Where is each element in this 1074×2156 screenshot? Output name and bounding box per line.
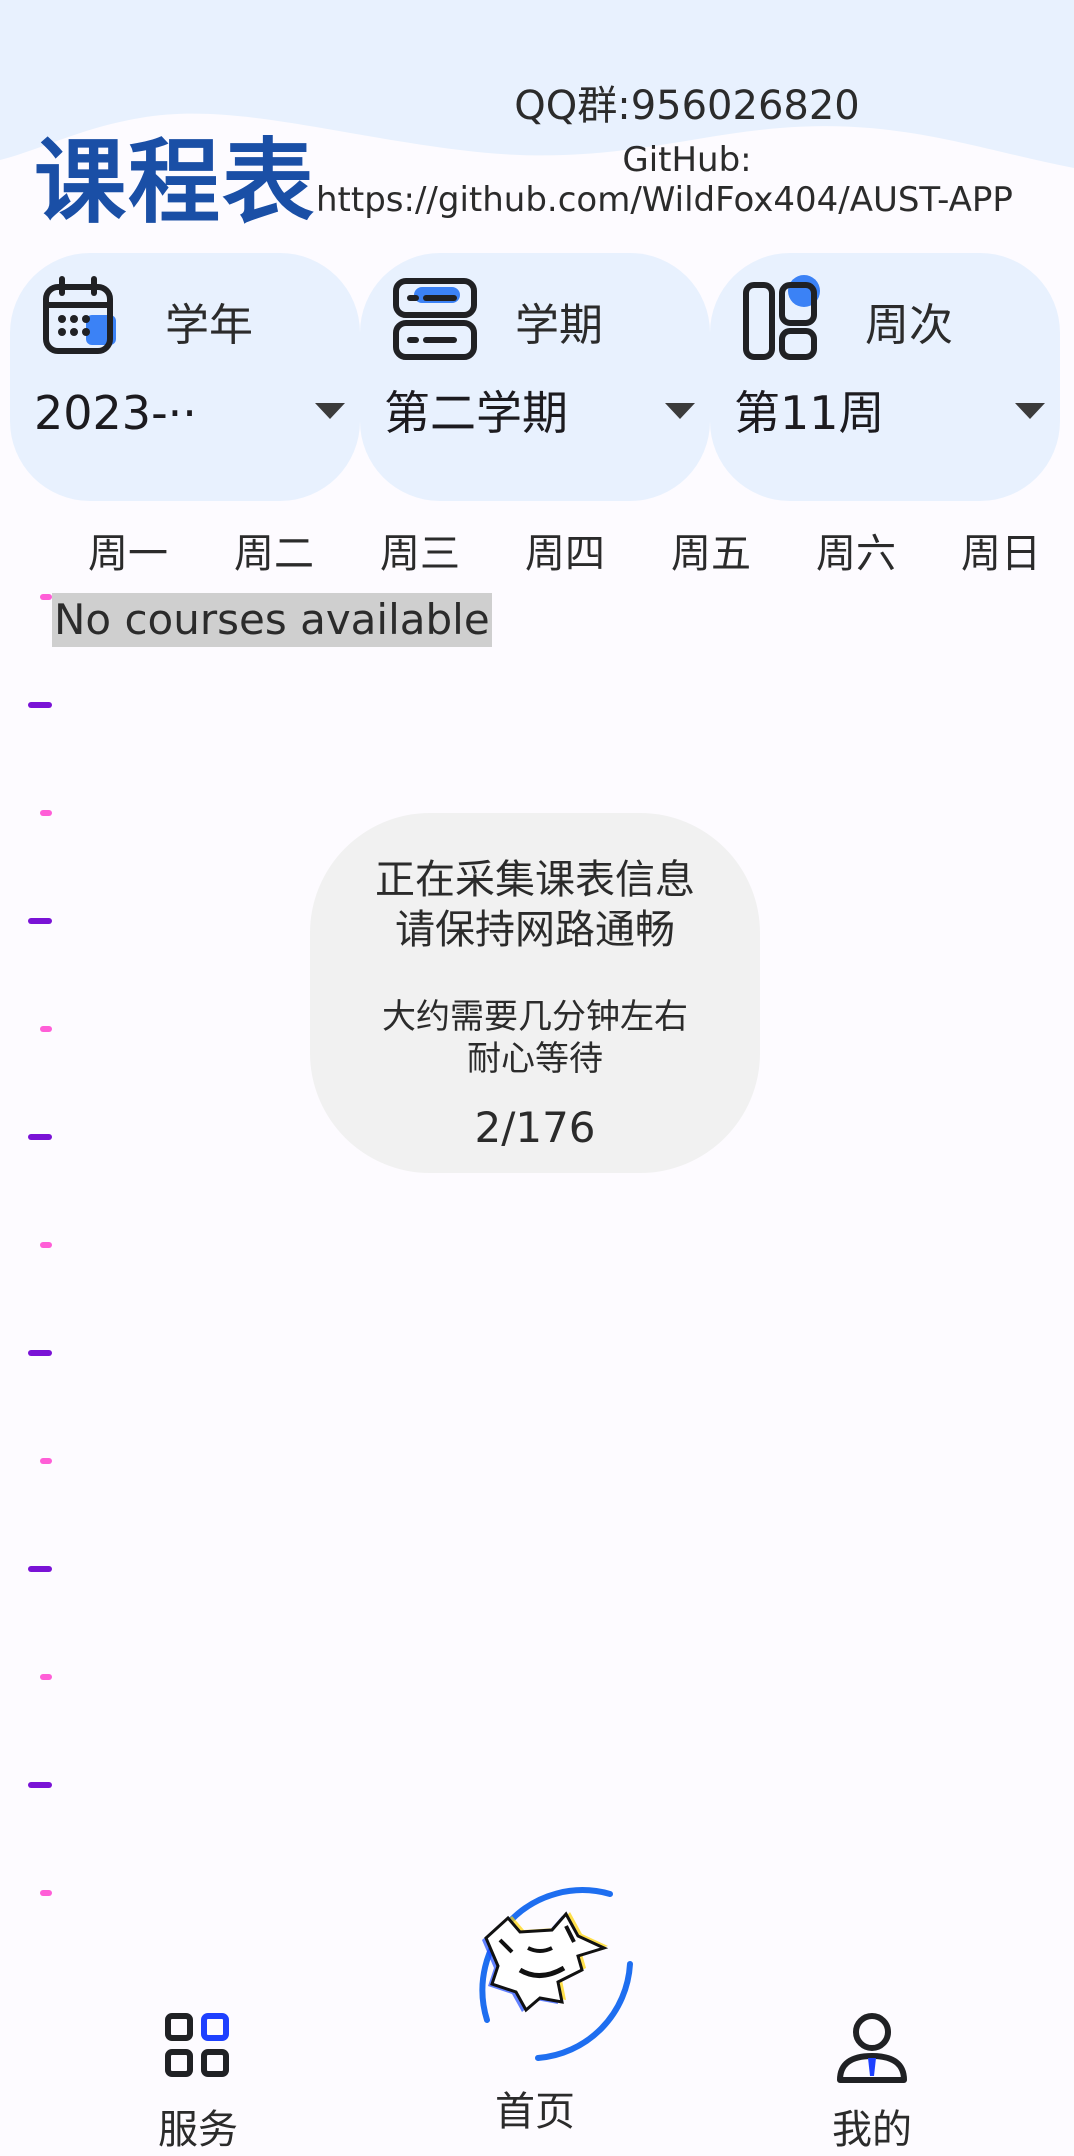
person-icon [837,2013,907,2083]
loading-message-line2: 请保持网路通畅 [395,907,675,953]
week-selector[interactable]: 周次 第11周 [710,253,1060,501]
nav-mine[interactable]: 我的 [812,2010,932,2156]
timeline-tick [28,1566,52,1572]
weekday-tue: 周二 [234,531,314,577]
weekday-sat: 周六 [816,531,896,577]
weekday-wed: 周三 [380,531,460,577]
github-label: GitHub: [622,140,752,180]
loading-message-line1: 正在采集课表信息 [375,857,695,903]
semester-value: 第二学期 [384,386,568,440]
timeline-tick [40,1458,52,1464]
weekday-header: 周一 周二 周三 周四 周五 周六 周日 [0,524,1074,584]
server-list-icon [393,278,477,360]
week-label: 周次 [865,300,953,351]
timeline-tick [28,702,52,708]
timeline-tick [40,1242,52,1248]
chevron-down-icon [1015,403,1045,419]
github-link[interactable]: https://github.com/WildFox404/AUST-APP [316,178,1066,222]
chevron-down-icon [665,403,695,419]
semester-label: 学期 [515,300,603,351]
loading-hint-line1: 大约需要几分钟左右 [382,997,688,1037]
nav-home-label: 首页 [495,2089,575,2135]
week-value: 第11周 [734,386,885,440]
nav-home[interactable]: 首页 [475,2086,595,2138]
empty-schedule-text: No courses available [52,593,492,647]
loading-progress-text: 2/176 [474,1103,596,1152]
weekday-fri: 周五 [671,531,751,577]
weekday-thu: 周四 [525,531,605,577]
layout-icon [743,275,820,360]
wolf-logo-icon [482,1911,609,2013]
timeline-tick [28,918,52,924]
grid-icon [165,2013,229,2077]
loading-dialog: 正在采集课表信息 请保持网路通畅 大约需要几分钟左右 耐心等待 2/176 [310,813,760,1173]
weekday-mon: 周一 [88,531,168,577]
timeline-tick [40,1026,52,1032]
timeline-tick [40,1674,52,1680]
chevron-down-icon [315,403,345,419]
nav-services-label: 服务 [158,2107,238,2153]
weekday-sun: 周日 [961,531,1041,577]
nav-services[interactable]: 服务 [138,2010,258,2156]
timeline-tick [40,594,52,600]
academic-year-label: 学年 [165,300,253,351]
academic-year-selector[interactable]: 学年 2023-·· [10,253,360,501]
calendar-icon [43,276,116,354]
timeline-tick [28,1134,52,1140]
home-avatar[interactable] [428,1852,642,2066]
nav-mine-label: 我的 [832,2107,912,2153]
academic-year-value: 2023-·· [34,386,197,440]
timeline-tick [28,1350,52,1356]
qq-group-text: QQ群:956026820 [514,83,860,129]
loading-hint-line2: 耐心等待 [467,1039,603,1079]
semester-selector[interactable]: 学期 第二学期 [360,253,710,501]
timeline-tick [28,1782,52,1788]
timeline-tick [40,810,52,816]
